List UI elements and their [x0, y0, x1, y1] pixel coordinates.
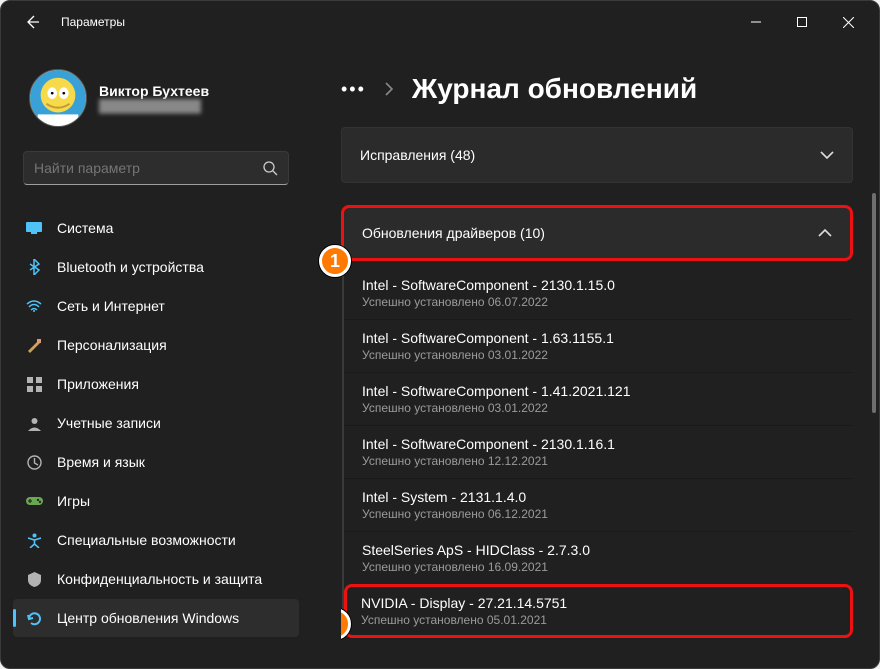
update-row[interactable]: Intel - SoftwareComponent - 2130.1.15.0 … — [344, 267, 853, 319]
minimize-button[interactable] — [733, 3, 779, 41]
content: Виктор Бухтеев ████████████ Система Blue… — [1, 43, 879, 668]
update-status: Успешно установлено 16.09.2021 — [362, 560, 835, 574]
apps-icon — [25, 375, 43, 393]
personalization-icon — [25, 336, 43, 354]
sidebar-item-8[interactable]: Специальные возможности — [13, 521, 299, 559]
sidebar-item-label: Учетные записи — [57, 415, 161, 431]
windows-update-icon — [25, 609, 43, 627]
network-icon — [25, 297, 43, 315]
profile-block[interactable]: Виктор Бухтеев ████████████ — [13, 51, 299, 145]
main-inner: ••• Журнал обновлений Исправления (48) О… — [311, 49, 869, 668]
system-icon — [25, 219, 43, 237]
titlebar: Параметры — [1, 1, 879, 43]
update-title: Intel - SoftwareComponent - 1.63.1155.1 — [362, 330, 835, 346]
section-fixes-label: Исправления (48) — [360, 147, 475, 163]
sidebar-item-9[interactable]: Конфиденциальность и защита — [13, 560, 299, 598]
update-title: SteelSeries ApS - HIDClass - 2.7.3.0 — [362, 542, 835, 558]
update-status: Успешно установлено 06.12.2021 — [362, 507, 835, 521]
avatar — [29, 69, 87, 127]
accounts-icon — [25, 414, 43, 432]
update-status: Успешно установлено 12.12.2021 — [362, 454, 835, 468]
driver-updates-list: Intel - SoftwareComponent - 2130.1.15.0 … — [342, 267, 853, 638]
sidebar-item-label: Время и язык — [57, 454, 145, 470]
breadcrumb-more-icon[interactable]: ••• — [341, 79, 366, 100]
section-driver-updates[interactable]: Обновления драйверов (10) — [341, 205, 853, 261]
bluetooth-icon — [25, 258, 43, 276]
sidebar-item-4[interactable]: Приложения — [13, 365, 299, 403]
update-row[interactable]: Intel - SoftwareComponent - 1.63.1155.1 … — [344, 319, 853, 372]
window-controls — [733, 3, 871, 41]
chevron-right-icon — [384, 82, 394, 96]
back-button[interactable] — [23, 13, 41, 31]
sidebar-item-label: Специальные возможности — [57, 532, 236, 548]
update-status: Успешно установлено 06.07.2022 — [362, 295, 835, 309]
update-status: Успешно установлено 05.01.2021 — [361, 613, 836, 627]
update-row[interactable]: Intel - SoftwareComponent - 2130.1.16.1 … — [344, 425, 853, 478]
update-row[interactable]: Intel - System - 2131.1.4.0 Успешно уста… — [344, 478, 853, 531]
sidebar-item-label: Bluetooth и устройства — [57, 259, 204, 275]
sidebar-item-label: Система — [57, 220, 113, 236]
update-row[interactable]: SteelSeries ApS - HIDClass - 2.7.3.0 Усп… — [344, 531, 853, 584]
chevron-up-icon — [818, 228, 832, 238]
sidebar-item-0[interactable]: Система — [13, 209, 299, 247]
update-row[interactable]: Intel - SoftwareComponent - 1.41.2021.12… — [344, 372, 853, 425]
privacy-icon — [25, 570, 43, 588]
profile-text: Виктор Бухтеев ████████████ — [99, 83, 209, 113]
sidebar-item-10[interactable]: Центр обновления Windows — [13, 599, 299, 637]
page-title: Журнал обновлений — [412, 73, 697, 105]
search-box[interactable] — [23, 151, 289, 185]
update-status: Успешно установлено 03.01.2022 — [362, 348, 835, 362]
sidebar-item-label: Приложения — [57, 376, 139, 392]
sidebar-item-2[interactable]: Сеть и Интернет — [13, 287, 299, 325]
sidebar-nav: Система Bluetooth и устройства Сеть и Ин… — [13, 209, 299, 637]
search-input[interactable] — [34, 160, 263, 176]
update-title: NVIDIA - Display - 27.21.14.5751 — [361, 595, 836, 611]
sidebar-item-label: Персонализация — [57, 337, 167, 353]
search-wrap — [13, 145, 299, 191]
titlebar-left: Параметры — [23, 13, 125, 31]
scrollbar-thumb[interactable] — [872, 193, 876, 413]
sidebar-item-1[interactable]: Bluetooth и устройства — [13, 248, 299, 286]
annotation-badge-1: 1 — [319, 245, 351, 277]
gaming-icon — [25, 492, 43, 510]
update-row-highlighted[interactable]: NVIDIA - Display - 27.21.14.5751 Успешно… — [344, 584, 853, 638]
close-button[interactable] — [825, 3, 871, 41]
update-title: Intel - System - 2131.1.4.0 — [362, 489, 835, 505]
app-title: Параметры — [61, 15, 125, 29]
breadcrumb: ••• Журнал обновлений — [341, 49, 853, 123]
search-icon — [263, 161, 278, 176]
sidebar-item-6[interactable]: Время и язык — [13, 443, 299, 481]
sidebar-item-3[interactable]: Персонализация — [13, 326, 299, 364]
sidebar-item-label: Центр обновления Windows — [57, 610, 239, 626]
update-title: Intel - SoftwareComponent - 2130.1.15.0 — [362, 277, 835, 293]
time-language-icon — [25, 453, 43, 471]
maximize-button[interactable] — [779, 3, 825, 41]
settings-window: Параметры — [0, 0, 880, 669]
chevron-down-icon — [820, 150, 834, 160]
sidebar-item-7[interactable]: Игры — [13, 482, 299, 520]
update-status: Успешно установлено 03.01.2022 — [362, 401, 835, 415]
sidebar-item-label: Конфиденциальность и защита — [57, 571, 262, 587]
sidebar-item-label: Игры — [57, 493, 90, 509]
main: ••• Журнал обновлений Исправления (48) О… — [311, 43, 879, 668]
sidebar-item-label: Сеть и Интернет — [57, 298, 165, 314]
profile-name: Виктор Бухтеев — [99, 83, 209, 99]
accessibility-icon — [25, 531, 43, 549]
section-fixes[interactable]: Исправления (48) — [341, 127, 853, 183]
update-title: Intel - SoftwareComponent - 1.41.2021.12… — [362, 383, 835, 399]
section-driver-updates-label: Обновления драйверов (10) — [362, 225, 545, 241]
update-title: Intel - SoftwareComponent - 2130.1.16.1 — [362, 436, 835, 452]
profile-email: ████████████ — [99, 99, 209, 113]
sidebar-item-5[interactable]: Учетные записи — [13, 404, 299, 442]
sidebar: Виктор Бухтеев ████████████ Система Blue… — [1, 43, 311, 668]
